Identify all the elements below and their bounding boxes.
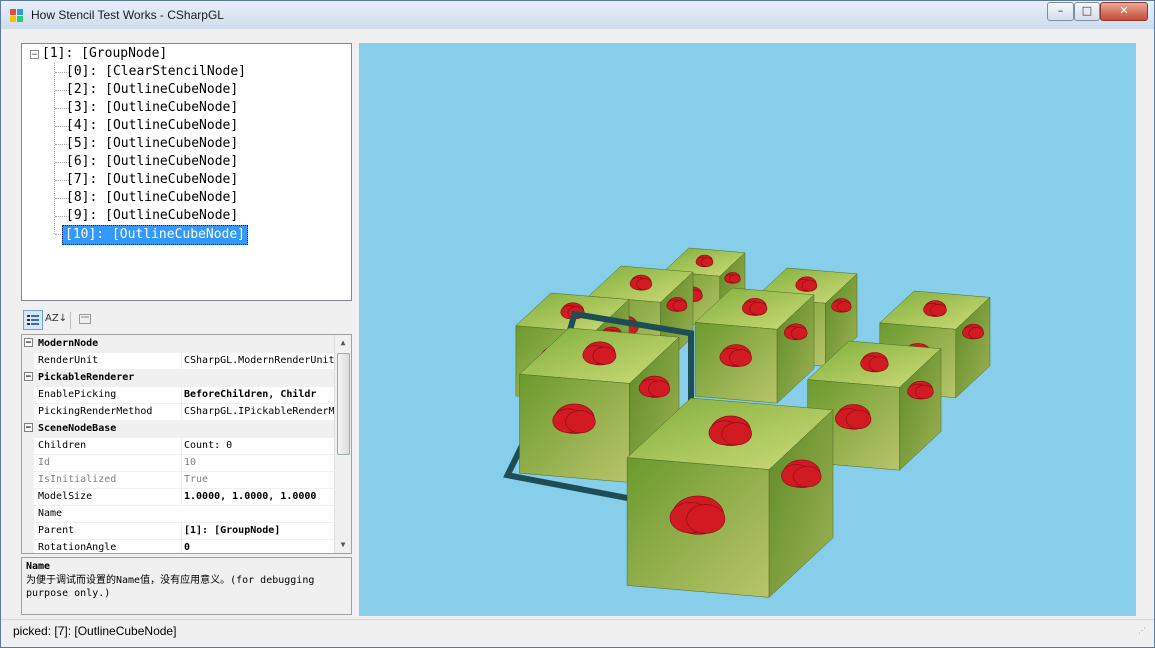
category-label: SceneNodeBase <box>38 423 117 434</box>
property-value[interactable]: Count: 0 <box>181 437 339 454</box>
maximize-button[interactable]: □ <box>1074 2 1100 21</box>
tree-node[interactable]: [3]: [OutlineCubeNode] <box>66 99 238 117</box>
collapse-category-icon[interactable]: − <box>24 338 33 348</box>
property-value[interactable]: CSharpGL.IPickableRenderMe <box>181 403 339 420</box>
property-category[interactable]: − SceneNodeBase <box>22 420 336 438</box>
toolbar-separator <box>70 312 71 329</box>
property-pages-button[interactable] <box>75 310 95 330</box>
property-value[interactable]: True <box>181 471 339 488</box>
scene-render <box>503 247 991 598</box>
property-row[interactable]: IsInitialized True <box>22 471 336 489</box>
property-row[interactable]: RotationAngle 0 <box>22 539 339 553</box>
scene-tree-view[interactable]: − [1]: [GroupNode] [0]: [ClearStencilNod… <box>21 43 352 301</box>
tree-node[interactable]: [7]: [OutlineCubeNode] <box>66 171 238 189</box>
collapse-category-icon[interactable]: − <box>24 372 33 382</box>
property-name: ModelSize <box>38 491 93 502</box>
tree-node[interactable]: [4]: [OutlineCubeNode] <box>66 117 238 135</box>
property-name: IsInitialized <box>38 474 117 485</box>
help-title: Name <box>26 561 51 572</box>
property-category[interactable]: − PickableRenderer <box>22 369 336 387</box>
tree-node[interactable]: [5]: [OutlineCubeNode] <box>66 135 238 153</box>
property-row[interactable]: EnablePicking BeforeChildren, Childr <box>22 386 336 404</box>
property-category[interactable]: − ModernNode <box>22 335 336 353</box>
help-description: 为便于调试而设置的Name值，没有应用意义。(for debugging pur… <box>26 575 315 599</box>
property-row[interactable]: Children Count: 0 <box>22 437 336 455</box>
property-value[interactable]: 1.0000, 1.0000, 1.0000 <box>181 488 339 505</box>
tree-node[interactable]: [8]: [OutlineCubeNode] <box>66 189 238 207</box>
category-label: PickableRenderer <box>38 372 135 383</box>
property-row[interactable]: PickingRenderMethod CSharpGL.IPickableRen… <box>22 403 339 421</box>
property-value[interactable]: CSharpGL.ModernRenderUnit <box>181 352 339 369</box>
window-title: How Stencil Test Works - CSharpGL <box>31 8 224 22</box>
property-value[interactable]: [1]: [GroupNode] <box>181 522 339 539</box>
client-area: − [1]: [GroupNode] [0]: [ClearStencilNod… <box>9 31 1148 641</box>
tree-node[interactable]: [6]: [OutlineCubeNode] <box>66 153 238 171</box>
categorized-button[interactable] <box>23 310 43 330</box>
property-row[interactable]: ModelSize 1.0000, 1.0000, 1.0000 <box>22 488 336 506</box>
resize-grip-icon[interactable]: ⋰ <box>1138 626 1148 636</box>
property-name: PickingRenderMethod <box>38 406 153 417</box>
status-text: picked: [7]: [OutlineCubeNode] <box>13 624 177 638</box>
category-label: ModernNode <box>38 338 99 349</box>
property-row[interactable]: Parent [1]: [GroupNode] <box>22 522 336 540</box>
property-name: Id <box>38 457 51 468</box>
app-icon <box>10 9 23 22</box>
property-value[interactable]: BeforeChildren, Childr <box>181 386 339 403</box>
property-pages-icon <box>79 314 91 324</box>
property-row[interactable]: Id 10 <box>22 454 336 472</box>
collapse-toggle-icon[interactable]: − <box>30 50 39 60</box>
status-bar: picked: [7]: [OutlineCubeNode] ⋰ <box>1 619 1154 642</box>
tree-node[interactable]: [0]: [ClearStencilNode] <box>66 63 246 81</box>
property-row[interactable]: RenderUnit CSharpGL.ModernRenderUnit <box>22 352 336 370</box>
alphabetical-button[interactable]: AZ↓ <box>45 310 67 330</box>
tree-node[interactable]: [10]: [OutlineCubeNode] <box>62 225 249 245</box>
property-name: Name <box>38 508 63 519</box>
scroll-thumb[interactable] <box>337 353 350 455</box>
minimize-button[interactable]: – <box>1047 2 1074 21</box>
tree-node[interactable]: [9]: [OutlineCubeNode] <box>66 207 238 225</box>
property-value[interactable]: 10 <box>181 454 339 471</box>
property-help-pane: Name 为便于调试而设置的Name值，没有应用意义。(for debuggin… <box>21 557 352 615</box>
property-toolbar: AZ↓ <box>21 309 352 333</box>
property-name: RotationAngle <box>38 542 117 553</box>
main-window: How Stencil Test Works - CSharpGL – □ ✕ … <box>0 0 1155 648</box>
property-name: Children <box>38 440 87 451</box>
property-name: RenderUnit <box>38 355 99 366</box>
scroll-up-arrow-icon[interactable]: ▲ <box>335 335 351 351</box>
scroll-down-arrow-icon[interactable]: ▼ <box>335 537 351 553</box>
property-value[interactable]: 0 <box>181 539 339 553</box>
property-row[interactable]: Name <box>22 505 336 523</box>
tree-node-root[interactable]: [1]: [GroupNode] <box>42 45 167 63</box>
property-name: EnablePicking <box>38 389 117 400</box>
property-name: Parent <box>38 525 75 536</box>
tree-node[interactable]: [2]: [OutlineCubeNode] <box>66 81 238 99</box>
property-grid-scrollbar[interactable]: ▲ ▼ <box>334 335 351 553</box>
gl-viewport[interactable] <box>359 43 1136 616</box>
close-button[interactable]: ✕ <box>1100 2 1148 21</box>
title-bar[interactable]: How Stencil Test Works - CSharpGL – □ ✕ <box>1 1 1154 29</box>
property-grid[interactable]: − ModernNode RenderUnit CSharpGL.ModernRend… <box>21 334 352 554</box>
tree-connector <box>54 63 55 234</box>
categorized-icon <box>27 315 39 325</box>
collapse-category-icon[interactable]: − <box>24 423 33 433</box>
